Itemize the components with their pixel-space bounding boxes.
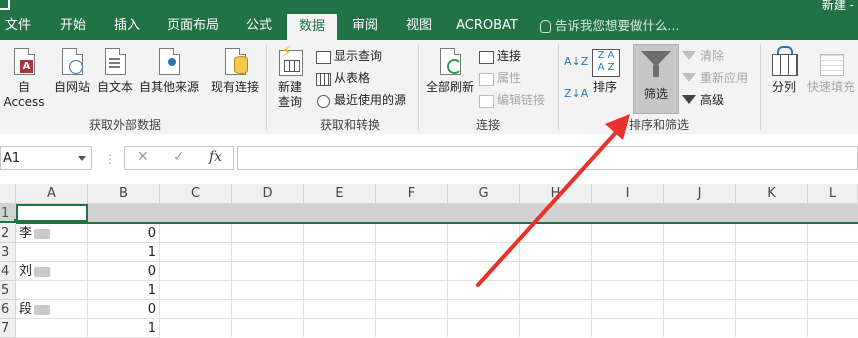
- annotation-arrow-icon: [476, 114, 630, 287]
